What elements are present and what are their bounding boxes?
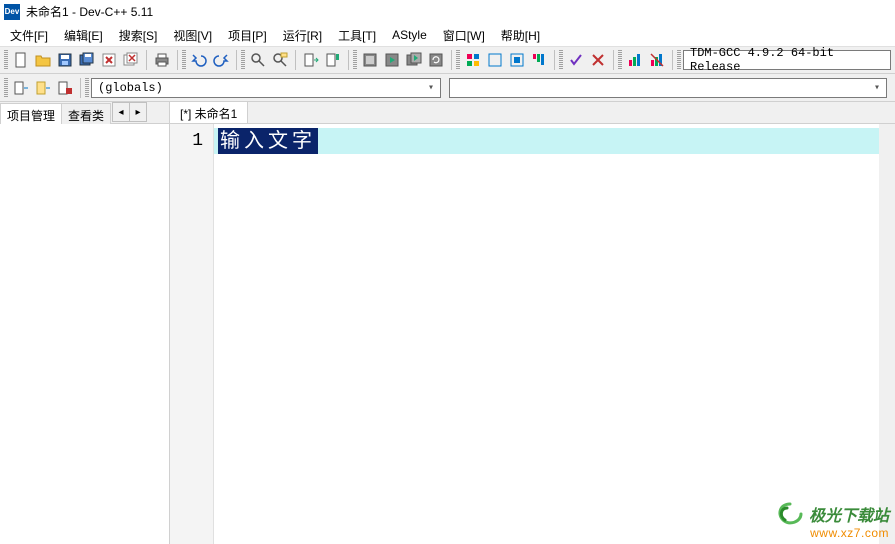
abort-button[interactable] [587, 49, 609, 71]
redo-button[interactable] [210, 49, 232, 71]
rebuild-button[interactable] [425, 49, 447, 71]
menu-search[interactable]: 搜索[S] [111, 25, 166, 46]
toolbar-separator [80, 78, 81, 98]
toolbar-grip[interactable] [85, 78, 89, 98]
compile-button[interactable] [359, 49, 381, 71]
close-file-button[interactable] [98, 49, 120, 71]
toolbar-separator [177, 50, 178, 70]
save-all-button[interactable] [76, 49, 98, 71]
toolbar-grip[interactable] [456, 50, 460, 70]
check-button[interactable] [565, 49, 587, 71]
menu-help[interactable]: 帮助[H] [493, 25, 548, 46]
toolbar-grip[interactable] [4, 50, 8, 70]
find-button[interactable] [247, 49, 269, 71]
toolbar-separator [672, 50, 673, 70]
app-icon: Dev [4, 4, 20, 20]
stats-button[interactable] [624, 49, 646, 71]
menu-bar: 文件[F] 编辑[E] 搜索[S] 视图[V] 项目[P] 运行[R] 工具[T… [0, 24, 895, 46]
bookmark-button[interactable] [322, 49, 344, 71]
menu-project[interactable]: 项目[P] [220, 25, 275, 46]
line-gutter: 1 [170, 124, 214, 544]
menu-tools[interactable]: 工具[T] [330, 25, 384, 46]
member-dropdown[interactable]: ▾ [449, 78, 887, 98]
save-button[interactable] [54, 49, 76, 71]
toolbar-separator [613, 50, 614, 70]
file-tab-active[interactable]: [*] 未命名1 [170, 102, 248, 123]
tab-nav-right[interactable]: ▸ [129, 102, 147, 122]
side-tabs: 项目管理 查看类 ◂ ▸ [0, 102, 169, 124]
replace-button[interactable] [269, 49, 291, 71]
menu-run[interactable]: 运行[R] [275, 25, 330, 46]
class-toolbar: (globals) ▾ ▾ [0, 74, 895, 102]
selected-text: 输入文字 [218, 128, 318, 154]
close-all-button[interactable] [120, 49, 142, 71]
step-button[interactable] [484, 49, 506, 71]
compile-run-button[interactable] [403, 49, 425, 71]
toolbar-grip[interactable] [618, 50, 622, 70]
profile-button[interactable] [528, 49, 550, 71]
compiler-selector[interactable]: TDM-GCC 4.9.2 64-bit Release [683, 50, 891, 70]
menu-astyle[interactable]: AStyle [384, 26, 435, 44]
debug-button[interactable] [462, 49, 484, 71]
toolbar-grip[interactable] [677, 50, 681, 70]
side-panel-body [0, 124, 169, 544]
toolbar-separator [295, 50, 296, 70]
toolbar-grip[interactable] [353, 50, 357, 70]
vertical-scrollbar[interactable] [879, 124, 895, 544]
goto-decl-button[interactable] [10, 77, 32, 99]
scope-dropdown-text: (globals) [98, 81, 163, 95]
tab-nav-left[interactable]: ◂ [112, 102, 130, 122]
toolbar-separator [451, 50, 452, 70]
line-number: 1 [170, 128, 213, 154]
new-file-button[interactable] [10, 49, 32, 71]
toolbar-separator [146, 50, 147, 70]
menu-view[interactable]: 视图[V] [165, 25, 220, 46]
toolbar-separator [554, 50, 555, 70]
side-panel: 项目管理 查看类 ◂ ▸ [0, 102, 170, 544]
main-toolbar: TDM-GCC 4.9.2 64-bit Release [0, 46, 895, 74]
open-file-button[interactable] [32, 49, 54, 71]
goto-impl-button[interactable] [32, 77, 54, 99]
chevron-down-icon: ▾ [870, 82, 884, 94]
print-button[interactable] [151, 49, 173, 71]
tab-project[interactable]: 项目管理 [0, 103, 62, 124]
step-into-button[interactable] [506, 49, 528, 71]
menu-window[interactable]: 窗口[W] [435, 25, 493, 46]
tab-class-view[interactable]: 查看类 [61, 103, 111, 124]
editor-panel: [*] 未命名1 1 输入文字 [170, 102, 895, 544]
toolbar-separator [348, 50, 349, 70]
main-area: 项目管理 查看类 ◂ ▸ [*] 未命名1 1 输入文字 [0, 102, 895, 544]
code-editor[interactable]: 1 输入文字 [170, 124, 895, 544]
toolbar-grip[interactable] [559, 50, 563, 70]
code-area[interactable]: 输入文字 [214, 124, 879, 544]
undo-button[interactable] [188, 49, 210, 71]
toolbar-grip[interactable] [4, 78, 8, 98]
new-class-button[interactable] [54, 77, 76, 99]
run-button[interactable] [381, 49, 403, 71]
toolbar-grip[interactable] [241, 50, 245, 70]
toolbar-separator [236, 50, 237, 70]
chevron-down-icon: ▾ [424, 82, 438, 94]
file-tabs: [*] 未命名1 [170, 102, 895, 124]
delete-stats-button[interactable] [646, 49, 668, 71]
window-title: 未命名1 - Dev-C++ 5.11 [26, 3, 153, 20]
menu-edit[interactable]: 编辑[E] [56, 25, 111, 46]
menu-file[interactable]: 文件[F] [2, 25, 56, 46]
scope-dropdown[interactable]: (globals) ▾ [91, 78, 441, 98]
title-bar: Dev 未命名1 - Dev-C++ 5.11 [0, 0, 895, 24]
toolbar-grip[interactable] [182, 50, 186, 70]
goto-button[interactable] [300, 49, 322, 71]
